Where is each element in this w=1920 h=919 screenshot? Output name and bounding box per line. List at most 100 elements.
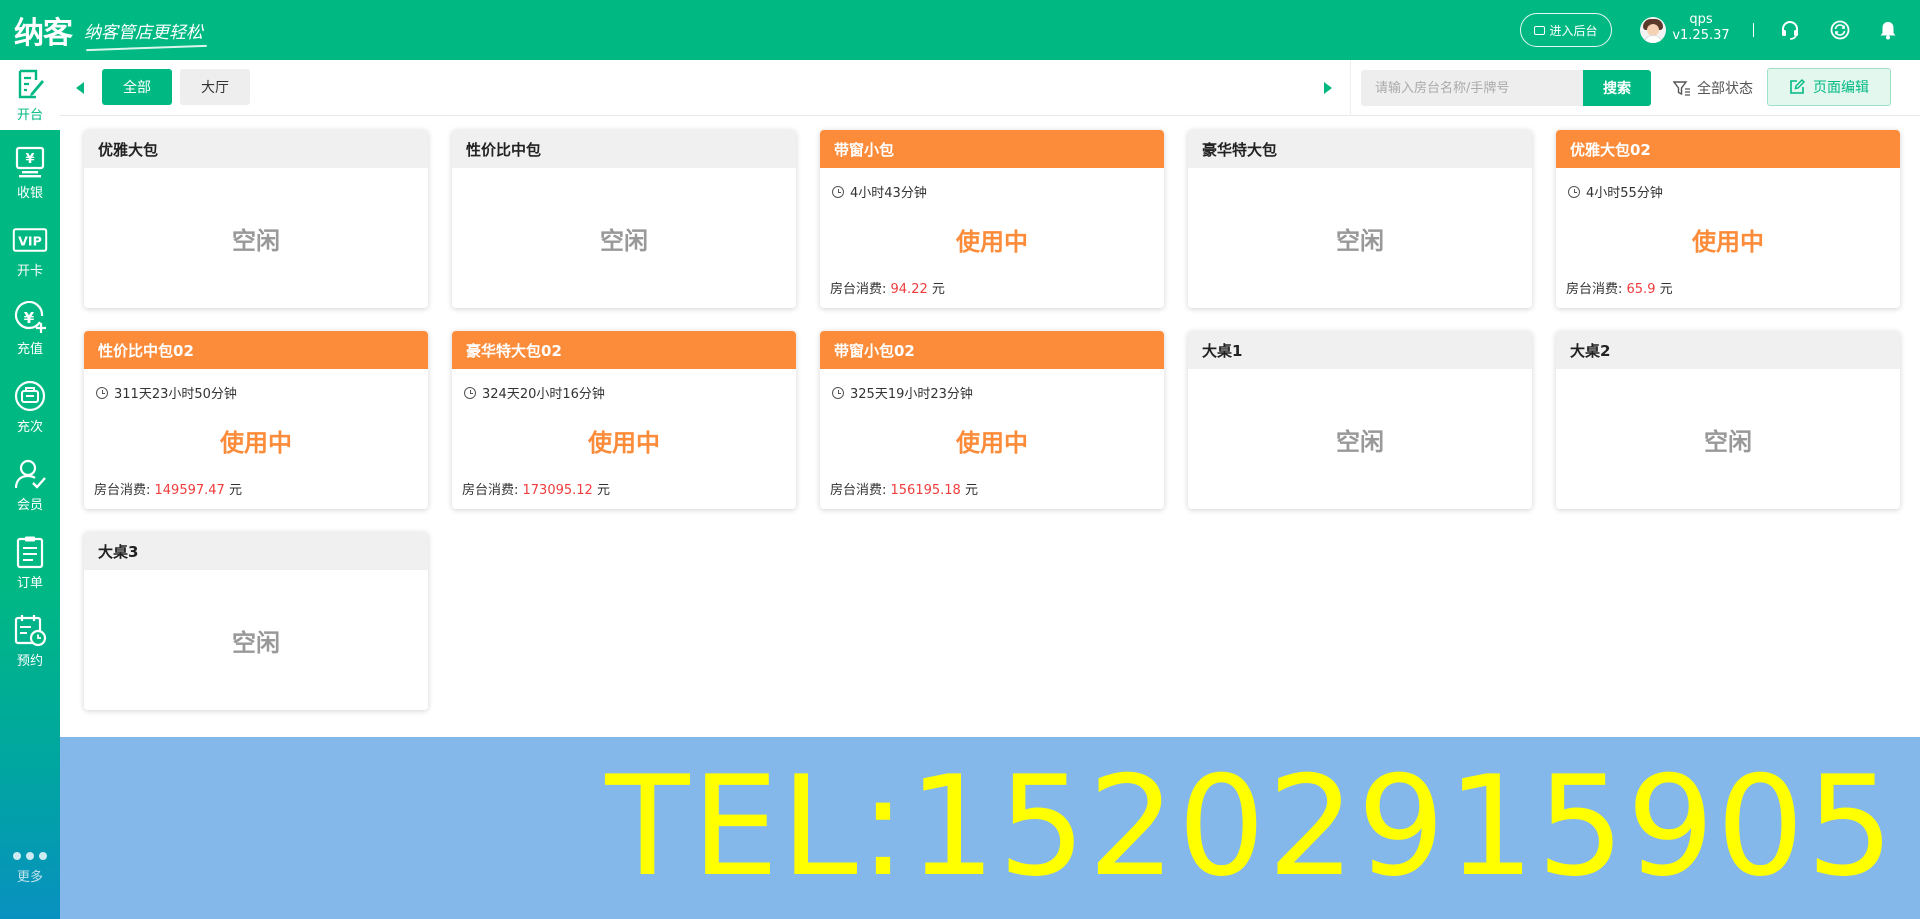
room-name: 带窗小包02	[820, 331, 1164, 369]
room-card[interactable]: 优雅大包02 4小时55分钟 使用中 房台消费: 65.9 元	[1556, 130, 1900, 308]
room-name: 性价比中包	[452, 130, 796, 168]
sidebar-item-cashier[interactable]: ¥ 收银	[0, 138, 60, 208]
room-duration: 311天23小时50分钟	[96, 383, 237, 402]
room-card[interactable]: 性价比中包02 311天23小时50分钟 使用中 房台消费: 149597.47 元	[84, 331, 428, 509]
room-card[interactable]: 大桌2 空闲	[1556, 331, 1900, 509]
headset-icon[interactable]	[1779, 19, 1801, 41]
search-button[interactable]: 搜索	[1583, 70, 1651, 106]
sidebar-item-label: 会员	[16, 498, 43, 513]
room-duration: 4小时55分钟	[1568, 182, 1663, 201]
room-duration-text: 311天23小时50分钟	[114, 387, 237, 402]
room-status: 空闲	[1336, 226, 1384, 255]
room-card[interactable]: 大桌1 空闲	[1188, 331, 1532, 509]
room-card[interactable]: 豪华特大包 空闲	[1188, 130, 1532, 308]
logo-slogan: 纳客管店更轻松	[84, 18, 203, 43]
status-filter-label: 全部状态	[1697, 81, 1753, 97]
room-fee: 房台消费: 173095.12 元	[462, 479, 610, 498]
count-recharge-icon	[12, 378, 48, 414]
sidebar-item-count-recharge[interactable]: 充次	[0, 372, 60, 442]
room-duration-text: 325天19小时23分钟	[850, 387, 973, 402]
top-header: 纳客 纳客管店更轻松 进入后台 qps v1.25.37	[0, 0, 1920, 60]
sidebar-item-label: 预约	[16, 654, 43, 669]
search-input[interactable]	[1361, 70, 1583, 106]
room-card[interactable]: 大桌3 空闲	[84, 532, 428, 710]
room-name: 大桌2	[1556, 331, 1900, 369]
version-label: v1.25.37	[1672, 28, 1730, 43]
room-status: 使用中	[1692, 228, 1764, 256]
bell-icon[interactable]	[1877, 19, 1899, 41]
sidebar-item-order[interactable]: 订单	[0, 528, 60, 598]
room-duration: 324天20小时16分钟	[464, 383, 605, 402]
sidebar-item-booking[interactable]: 预约	[0, 606, 60, 676]
sidebar-item-label: 收银	[16, 186, 43, 201]
phone-banner-text: TEL:15202915905	[605, 746, 1896, 907]
room-status: 使用中	[956, 228, 1028, 256]
room-name: 大桌1	[1188, 331, 1532, 369]
status-filter[interactable]: 全部状态	[1673, 78, 1753, 98]
logo: 纳客 纳客管店更轻松	[14, 8, 203, 52]
sidebar-item-open-table[interactable]: 开台	[0, 60, 60, 130]
open-table-icon	[12, 66, 48, 102]
room-fee-label: 房台消费:	[462, 483, 523, 498]
room-fee-unit: 元	[960, 483, 978, 498]
booking-icon	[12, 612, 48, 648]
clock-icon	[464, 386, 476, 399]
scroll-right-icon[interactable]	[1324, 82, 1332, 94]
clock-icon	[832, 185, 844, 198]
room-fee-amount: 173095.12	[522, 483, 593, 498]
sidebar-item-label: 订单	[16, 576, 43, 591]
order-icon	[12, 534, 48, 570]
member-icon	[12, 456, 48, 492]
room-fee-amount: 156195.18	[890, 483, 961, 498]
room-duration: 325天19小时23分钟	[832, 383, 973, 402]
sidebar-item-recharge[interactable]: ¥ 充值	[0, 294, 60, 364]
user-info[interactable]: qps v1.25.37	[1672, 12, 1730, 44]
sidebar-more[interactable]: 更多	[0, 852, 60, 885]
sidebar-item-label: 开台	[16, 108, 43, 123]
room-status: 使用中	[588, 429, 660, 457]
room-duration-text: 4小时43分钟	[850, 186, 927, 201]
room-card[interactable]: 带窗小包02 325天19小时23分钟 使用中 房台消费: 156195.18 元	[820, 331, 1164, 509]
room-fee-label: 房台消费:	[1566, 282, 1627, 297]
toolbar: 全部 大厅 搜索 全部状态 页面编辑	[60, 60, 1920, 116]
tab-all[interactable]: 全部	[102, 69, 172, 105]
cashier-icon: ¥	[12, 144, 48, 180]
room-status: 空闲	[600, 226, 648, 255]
room-fee-label: 房台消费:	[830, 483, 891, 498]
monitor-icon	[1534, 25, 1546, 35]
room-status: 空闲	[232, 226, 280, 255]
svg-text:¥: ¥	[25, 152, 34, 167]
room-card[interactable]: 优雅大包 空闲	[84, 130, 428, 308]
room-card[interactable]: 带窗小包 4小时43分钟 使用中 房台消费: 94.22 元	[820, 130, 1164, 308]
avatar[interactable]	[1640, 17, 1666, 43]
more-icon	[0, 852, 60, 860]
room-fee-amount: 65.9	[1626, 282, 1656, 297]
room-status: 空闲	[1704, 427, 1752, 456]
room-card[interactable]: 性价比中包 空闲	[452, 130, 796, 308]
enter-backend-button[interactable]: 进入后台	[1520, 13, 1612, 47]
room-duration: 4小时43分钟	[832, 182, 927, 201]
scroll-left-icon[interactable]	[76, 82, 84, 94]
page-edit-button[interactable]: 页面编辑	[1767, 68, 1891, 106]
room-fee: 房台消费: 65.9 元	[1566, 278, 1673, 297]
vip-card-icon: VIP	[12, 222, 48, 258]
sidebar-item-label: 充值	[16, 342, 43, 357]
phone-banner: TEL:15202915905	[60, 737, 1920, 919]
room-fee-unit: 元	[224, 483, 242, 498]
enter-backend-label: 进入后台	[1549, 23, 1598, 38]
room-name: 优雅大包	[84, 130, 428, 168]
sidebar-item-member[interactable]: 会员	[0, 450, 60, 520]
room-card[interactable]: 豪华特大包02 324天20小时16分钟使用中房台消费: 173095.12 元	[452, 331, 796, 509]
tab-hall[interactable]: 大厅	[180, 69, 250, 105]
room-duration-text: 324天20小时16分钟	[482, 387, 605, 402]
room-status: 使用中	[220, 429, 292, 457]
clock-icon	[96, 386, 108, 399]
clock-icon	[832, 386, 844, 399]
room-fee-amount: 149597.47	[154, 483, 225, 498]
sidebar-item-open-card[interactable]: VIP 开卡	[0, 216, 60, 286]
room-name: 豪华特大包02	[452, 331, 796, 369]
room-name: 带窗小包	[820, 130, 1164, 168]
recharge-icon: ¥	[12, 300, 48, 336]
sidebar-item-label: 开卡	[16, 264, 43, 279]
refresh-icon[interactable]	[1829, 19, 1851, 41]
